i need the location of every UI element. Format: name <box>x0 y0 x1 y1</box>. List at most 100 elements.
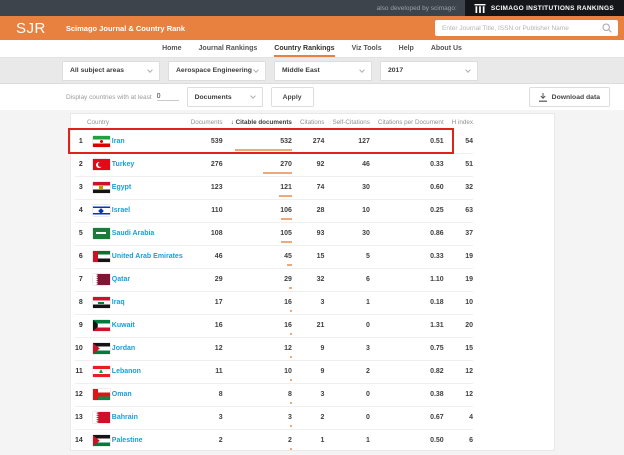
documents-cell: 123 <box>182 176 223 200</box>
scimago-institutions-rankings-link[interactable]: SCIMAGO INSTITUTIONS RANKINGS <box>464 0 624 16</box>
citations-per-document-cell: 0.38 <box>369 383 444 407</box>
subject-category-select[interactable]: Aerospace Engineering <box>168 60 266 81</box>
year-select[interactable]: 2017 <box>380 60 478 81</box>
nav-item-viz-tools[interactable]: Viz Tools <box>352 40 382 57</box>
country-link[interactable]: Jordan <box>109 337 183 361</box>
column-header-documents[interactable]: Documents <box>183 114 223 130</box>
citable-documents-cell: 8 <box>222 383 292 407</box>
nav-item-journal-rankings[interactable]: Journal Rankings <box>199 40 258 57</box>
table-row[interactable]: 8 Iraq 17 16 3 1 0.18 10 <box>75 291 474 315</box>
country-flag-icon <box>92 159 110 170</box>
table-row[interactable]: 2 Turkey 276 270 92 46 0.33 51 <box>75 153 474 177</box>
search-icon[interactable] <box>602 23 612 33</box>
self-citations-cell: 46 <box>324 153 370 177</box>
country-link[interactable]: Turkey <box>109 153 183 177</box>
citable-value: 121 <box>280 184 292 191</box>
rank-cell: 6 <box>75 245 83 269</box>
self-citations-cell: 0 <box>324 406 370 430</box>
column-header-citable-documents[interactable]: ↓ Citable documents <box>223 114 292 130</box>
filter-bar: All subject areas Aerospace Engineering … <box>0 58 624 84</box>
table-row[interactable]: 3 Egypt 123 121 74 30 0.60 32 <box>75 176 474 200</box>
table-row[interactable]: 4 Israel 110 106 28 10 0.25 63 <box>75 199 474 223</box>
rank-cell: 1 <box>75 130 83 154</box>
table-row[interactable]: 7 Qatar 29 29 32 6 1.10 19 <box>75 268 474 292</box>
nav-item-help[interactable]: Help <box>399 40 414 57</box>
download-icon <box>538 92 547 102</box>
documents-cell: 539 <box>182 130 223 154</box>
country-link[interactable]: Qatar <box>109 268 183 292</box>
country-link[interactable]: Palestine <box>110 429 183 452</box>
table-row[interactable]: 6 United Arab Emirates 46 45 15 5 0.33 1… <box>75 245 474 269</box>
table-row[interactable]: 10 Jordan 12 12 9 3 0.75 15 <box>75 337 474 361</box>
citable-documents-cell: 45 <box>222 245 292 269</box>
nav-item-home[interactable]: Home <box>162 40 181 57</box>
table-row[interactable]: 1 Iran 539 532 274 127 0.51 54 <box>75 130 474 154</box>
documents-cell: 12 <box>182 337 223 361</box>
country-flag-icon <box>92 343 110 354</box>
table-row[interactable]: 9 Kuwait 16 16 21 0 1.31 20 <box>75 314 474 338</box>
table-row[interactable]: 12 Oman 8 8 3 0 0.38 12 <box>75 383 474 407</box>
subject-area-select[interactable]: All subject areas <box>62 60 160 81</box>
citations-per-document-cell: 0.50 <box>430 437 444 445</box>
citable-documents-cell: 105 <box>222 222 292 246</box>
region-select[interactable]: Middle East <box>274 60 372 81</box>
download-data-button[interactable]: Download data <box>528 87 610 107</box>
country-link[interactable]: Oman <box>109 383 183 407</box>
min-documents-input[interactable] <box>156 93 179 101</box>
column-header-citations[interactable]: Citations <box>292 114 325 130</box>
citable-documents-cell: 270 <box>222 153 292 177</box>
self-citations-cell: 5 <box>324 245 370 269</box>
table-row[interactable]: 11 Lebanon 11 10 9 2 0.82 12 <box>75 360 474 384</box>
column-header-citations-per-document[interactable]: Citations per Document <box>370 114 444 130</box>
h-index-cell: 15 <box>443 337 474 361</box>
table-row[interactable]: 14 Palestine 2 2 1 1 0.50 6 <box>75 429 473 452</box>
rank-cell: 3 <box>75 176 83 200</box>
citations-cell: 15 <box>291 245 325 269</box>
sort-desc-icon: ↓ <box>230 118 234 126</box>
chevron-down-icon <box>253 66 259 73</box>
developed-by-text: also developed by scimago: <box>376 4 457 12</box>
citations-per-document-cell: 0.67 <box>369 406 444 430</box>
flag-cell <box>82 176 110 200</box>
nav-item-about-us[interactable]: About Us <box>431 40 462 57</box>
journal-search-input[interactable] <box>435 24 602 32</box>
metric-value: Documents <box>194 93 232 101</box>
country-flag-icon <box>92 297 110 308</box>
institution-building-icon <box>474 3 486 13</box>
citable-value: 16 <box>284 299 292 306</box>
citable-documents-cell: 121 <box>222 176 292 200</box>
citations-per-document-cell: 1.31 <box>369 314 444 338</box>
country-link[interactable]: United Arab Emirates <box>109 245 183 269</box>
country-ranking-table: Country Documents ↓ Citable documents Ci… <box>75 114 474 452</box>
citations-per-document-cell: 0.86 <box>369 222 444 246</box>
flag-cell <box>82 268 110 292</box>
download-label: Download data <box>551 93 600 101</box>
documents-cell: 46 <box>182 245 223 269</box>
country-link[interactable]: Iraq <box>109 291 183 315</box>
sjr-logo[interactable]: SJR <box>16 20 46 37</box>
column-header-self-citations[interactable]: Self-Citations <box>324 114 369 130</box>
table-row[interactable]: 5 Saudi Arabia 108 105 93 30 0.86 37 <box>75 222 474 246</box>
year-value: 2017 <box>388 67 404 74</box>
country-link[interactable]: Lebanon <box>109 360 183 384</box>
flag-cell <box>82 314 110 338</box>
rank-cell: 9 <box>75 314 83 338</box>
citable-header-label: Citable documents <box>235 118 292 126</box>
column-header-country[interactable]: Country <box>75 114 183 130</box>
apply-button[interactable]: Apply <box>270 87 314 107</box>
country-link[interactable]: Israel <box>109 199 183 223</box>
metric-select[interactable]: Documents <box>186 87 263 107</box>
column-header-h-index[interactable]: H index <box>444 114 473 130</box>
subject-area-value: All subject areas <box>70 67 125 74</box>
flag-cell <box>82 130 110 154</box>
country-link[interactable]: Bahrain <box>109 406 183 430</box>
country-link[interactable]: Kuwait <box>109 314 183 338</box>
country-link[interactable]: Saudi Arabia <box>109 222 183 246</box>
nav-item-country-rankings[interactable]: Country Rankings <box>274 40 335 57</box>
country-link[interactable]: Iran <box>109 130 183 154</box>
table-row[interactable]: 13 Bahrain 3 3 2 0 0.67 4 <box>75 406 474 430</box>
h-index-cell: 63 <box>443 199 474 223</box>
site-title: Scimago Journal & Country Rank <box>65 23 186 33</box>
country-link[interactable]: Egypt <box>109 176 183 200</box>
country-flag-icon <box>92 251 110 262</box>
